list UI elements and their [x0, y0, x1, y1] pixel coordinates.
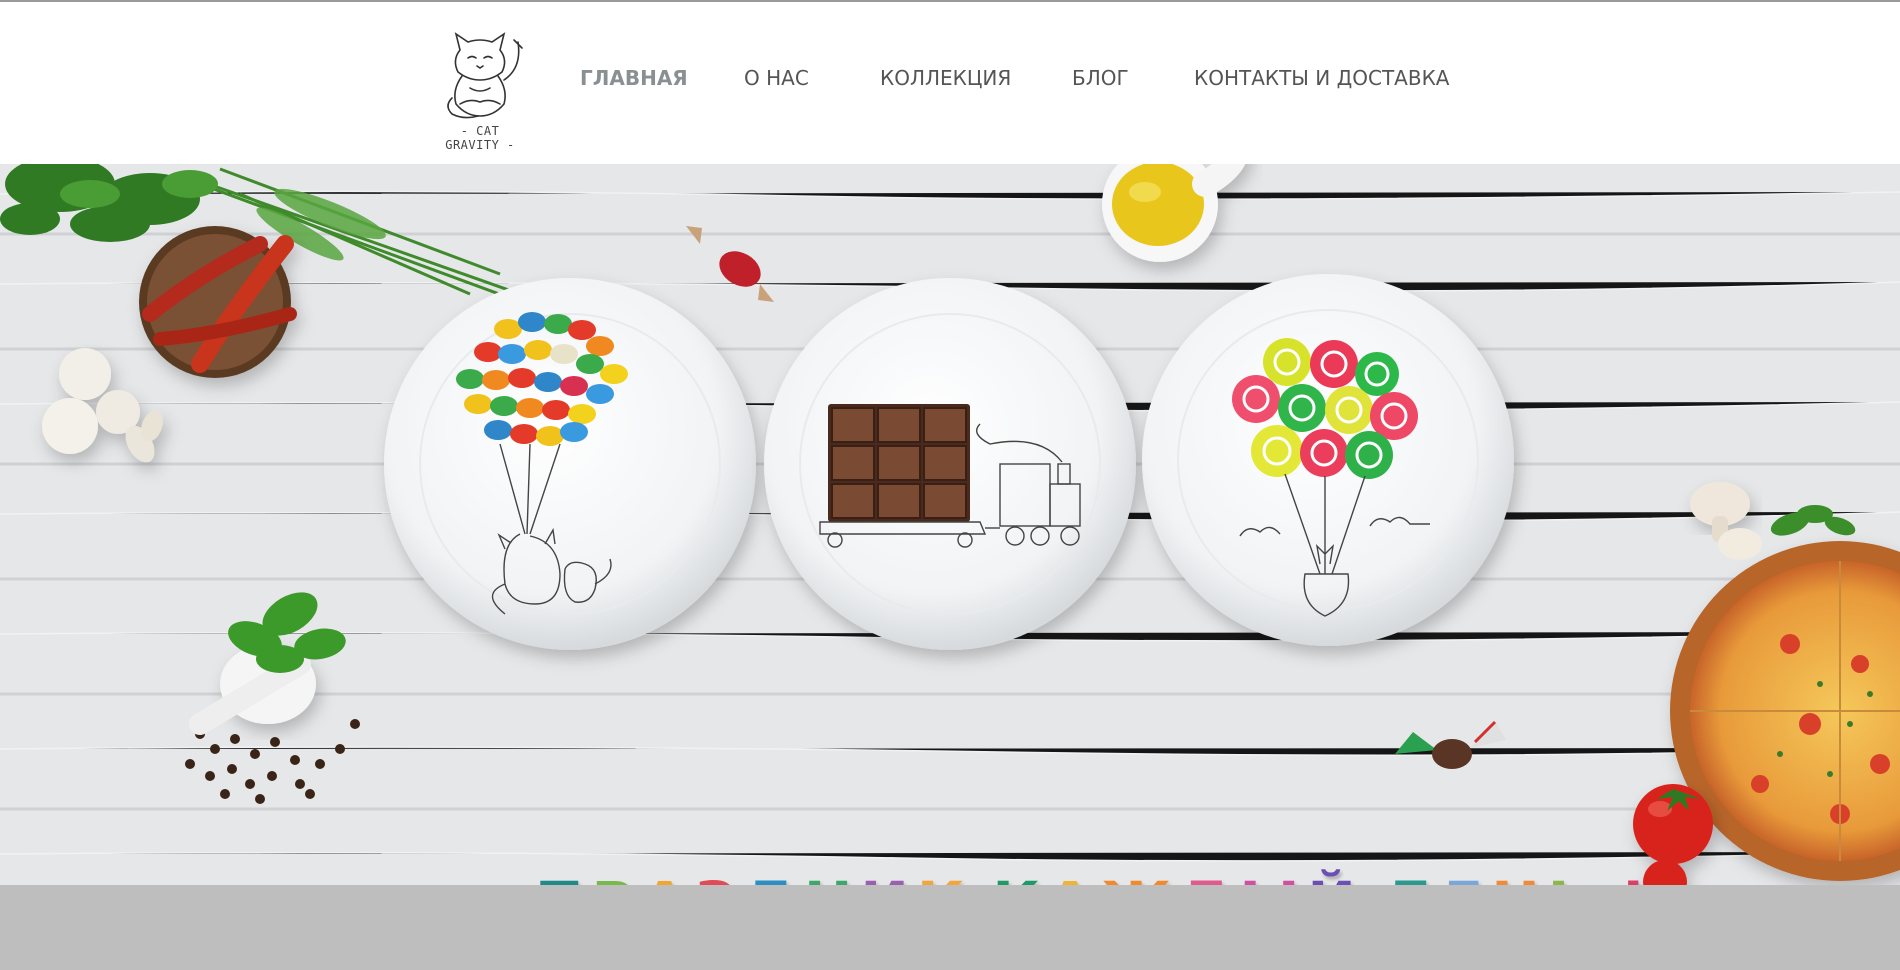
bottom-bar — [0, 885, 1900, 970]
nav-item-about[interactable]: О НАС — [744, 66, 809, 90]
slogan-letter: П — [535, 869, 586, 885]
slogan-letter — [1600, 869, 1614, 885]
slogan-letter: Д — [1180, 869, 1234, 885]
plate-3 — [1142, 274, 1514, 646]
slogan-letter: К — [917, 869, 966, 885]
plate-1 — [384, 278, 756, 650]
cat-logo-icon — [447, 32, 523, 119]
slogan-letter: Й — [1307, 869, 1358, 885]
nav-item-collection[interactable]: КОЛЛЕКЦИЯ — [880, 66, 1011, 90]
slogan-letter: Н — [804, 869, 855, 885]
plate-2 — [764, 278, 1136, 650]
slogan-letter: ! — [1620, 869, 1648, 885]
slogan-letter: И — [860, 869, 911, 885]
slogan-letter: А — [1048, 869, 1095, 885]
slogan-letter: А — [642, 869, 689, 885]
nav-item-blog[interactable]: БЛОГ — [1072, 66, 1129, 90]
chocolate-bar — [828, 404, 970, 522]
chili-bowl — [139, 226, 297, 378]
slogan-letter: Е — [1444, 869, 1486, 885]
nav-item-contacts[interactable]: КОНТАКТЫ И ДОСТАВКА — [1194, 66, 1449, 90]
slogan-letter: Н — [1491, 869, 1542, 885]
slogan-letter: Ы — [1239, 869, 1301, 885]
nav-item-home[interactable]: ГЛАВНАЯ — [580, 66, 688, 90]
slogan-letter: Ь — [1548, 869, 1594, 885]
slogan-letter: К — [992, 869, 1041, 885]
slogan-letter: Р — [592, 869, 637, 885]
logo[interactable]: - CAT GRAVITY - — [430, 28, 530, 152]
hero-slogan: ПРАЗДНИК КАЖДЫЙ ДЕНЬ ! — [535, 869, 1648, 885]
slogan-letter: Д — [744, 869, 798, 885]
logo-text: - CAT GRAVITY - — [445, 124, 515, 152]
slogan-letter — [972, 869, 986, 885]
hero-illustration — [0, 164, 1900, 885]
slogan-letter — [1364, 869, 1378, 885]
slogan-letter: З — [695, 869, 738, 885]
slogan-letter: Ж — [1101, 869, 1174, 885]
site-header: - CAT GRAVITY - ГЛАВНАЯ О НАС КОЛЛЕКЦИЯ … — [0, 2, 1900, 164]
slogan-letter: Д — [1384, 869, 1438, 885]
hero-banner: ПРАЗДНИК КАЖДЫЙ ДЕНЬ ! — [0, 164, 1900, 885]
